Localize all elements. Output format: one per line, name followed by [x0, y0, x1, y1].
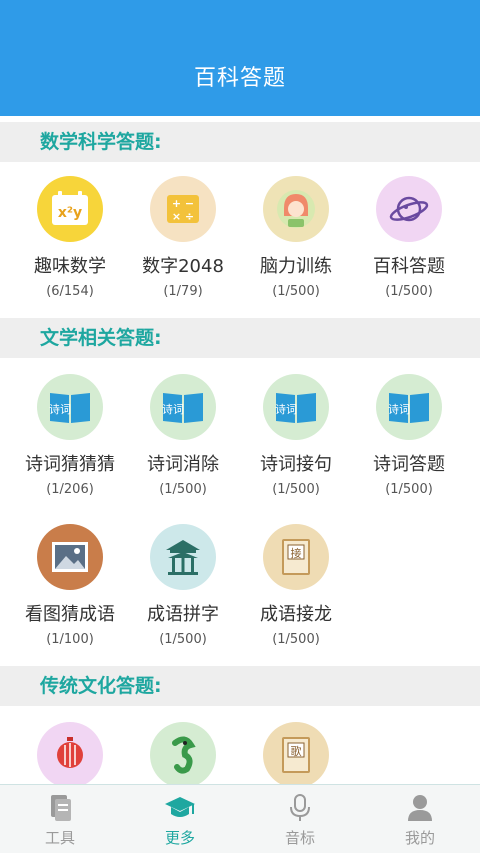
svg-text:x²y: x²y	[58, 205, 82, 221]
item-count: (1/500)	[272, 284, 320, 299]
item-picture-idiom[interactable]: 看图猜成语 (1/100)	[10, 524, 130, 647]
song-book-icon: 歌	[263, 722, 329, 784]
poetry-book-icon: 诗词	[376, 374, 442, 440]
svg-text:× ÷: × ÷	[172, 210, 194, 223]
item-poetry-guess[interactable]: 诗词 诗词猜猜猜 (1/206)	[10, 374, 130, 497]
item-count: (1/500)	[159, 632, 207, 647]
item-name: 诗词接句	[260, 454, 332, 475]
poetry-book-icon: 诗词	[37, 374, 103, 440]
item-name: 诗词答题	[373, 454, 445, 475]
item-culture-lantern[interactable]	[10, 722, 130, 784]
item-idiom-chain[interactable]: 接 成语接龙 (1/500)	[236, 524, 356, 647]
svg-text:诗词: 诗词	[275, 402, 297, 416]
item-name: 成语接龙	[260, 604, 332, 625]
item-culture-song[interactable]: 歌	[236, 722, 356, 784]
jie-book-icon: 接	[263, 524, 329, 590]
tab-label: 我的	[404, 829, 435, 847]
pavilion-icon	[150, 524, 216, 590]
item-name: 成语拼字	[147, 604, 219, 625]
item-encyclopedia-quiz[interactable]: 百科答题 (1/500)	[349, 176, 469, 299]
svg-text:诗词: 诗词	[388, 402, 410, 416]
item-poetry-quiz[interactable]: 诗词 诗词答题 (1/500)	[349, 374, 469, 497]
tab-more[interactable]: 更多	[120, 785, 240, 853]
math-formula-icon: x²y	[37, 176, 103, 242]
bottom-tab-bar: 工具 更多 音标 我的	[0, 784, 480, 853]
picture-icon	[37, 524, 103, 590]
calculator-icon: + − × ÷	[150, 176, 216, 242]
item-poetry-continue[interactable]: 诗词 诗词接句 (1/500)	[236, 374, 356, 497]
item-count: (6/154)	[46, 284, 94, 299]
item-count: (1/500)	[272, 482, 320, 497]
item-idiom-spell[interactable]: 成语拼字 (1/500)	[123, 524, 243, 647]
microphone-icon	[290, 794, 310, 821]
item-count: (1/206)	[46, 482, 94, 497]
dragon-icon	[150, 722, 216, 784]
item-culture-dragon[interactable]	[123, 722, 243, 784]
app-header: 百科答题	[0, 0, 480, 116]
tab-label: 音标	[284, 829, 315, 847]
lantern-icon	[37, 722, 103, 784]
tab-label: 更多	[164, 829, 195, 847]
planet-icon	[376, 176, 442, 242]
item-name: 诗词猜猜猜	[25, 454, 115, 475]
tab-label: 工具	[44, 829, 75, 847]
poetry-book-icon: 诗词	[150, 374, 216, 440]
svg-text:歌: 歌	[291, 744, 302, 758]
item-name: 诗词消除	[147, 454, 219, 475]
item-name: 数字2048	[142, 256, 224, 277]
item-name: 脑力训练	[260, 256, 332, 277]
user-icon	[408, 795, 432, 821]
item-count: (1/100)	[46, 632, 94, 647]
page-title: 百科答题	[193, 66, 286, 91]
document-icon	[51, 795, 71, 821]
tab-phonetics[interactable]: 音标	[240, 785, 360, 853]
svg-text:+ −: + −	[172, 197, 194, 210]
item-count: (1/500)	[385, 284, 433, 299]
tab-mine[interactable]: 我的	[360, 785, 480, 853]
section-title-math: 数学科学答题:	[0, 122, 480, 162]
svg-text:诗词: 诗词	[49, 402, 71, 416]
poetry-book-icon: 诗词	[263, 374, 329, 440]
item-fun-math[interactable]: x²y 趣味数学 (6/154)	[10, 176, 130, 299]
section-title-culture: 传统文化答题:	[0, 666, 480, 706]
svg-text:诗词: 诗词	[162, 402, 184, 416]
item-count: (1/79)	[163, 284, 203, 299]
item-name: 看图猜成语	[25, 604, 115, 625]
svg-text:接: 接	[291, 547, 302, 560]
item-name: 百科答题	[373, 256, 445, 277]
item-count: (1/500)	[385, 482, 433, 497]
item-brain-training[interactable]: 脑力训练 (1/500)	[236, 176, 356, 299]
graduation-cap-icon	[165, 797, 195, 817]
section-title-literature: 文学相关答题:	[0, 318, 480, 358]
item-name: 趣味数学	[34, 256, 106, 277]
item-count: (1/500)	[159, 482, 207, 497]
tab-tools[interactable]: 工具	[0, 785, 120, 853]
main-content[interactable]: 数学科学答题: x²y 趣味数学 (6/154) + − × ÷ 数字2048 …	[0, 116, 480, 784]
item-number-2048[interactable]: + − × ÷ 数字2048 (1/79)	[123, 176, 243, 299]
girl-avatar-icon	[263, 176, 329, 242]
item-poetry-eliminate[interactable]: 诗词 诗词消除 (1/500)	[123, 374, 243, 497]
item-count: (1/500)	[272, 632, 320, 647]
